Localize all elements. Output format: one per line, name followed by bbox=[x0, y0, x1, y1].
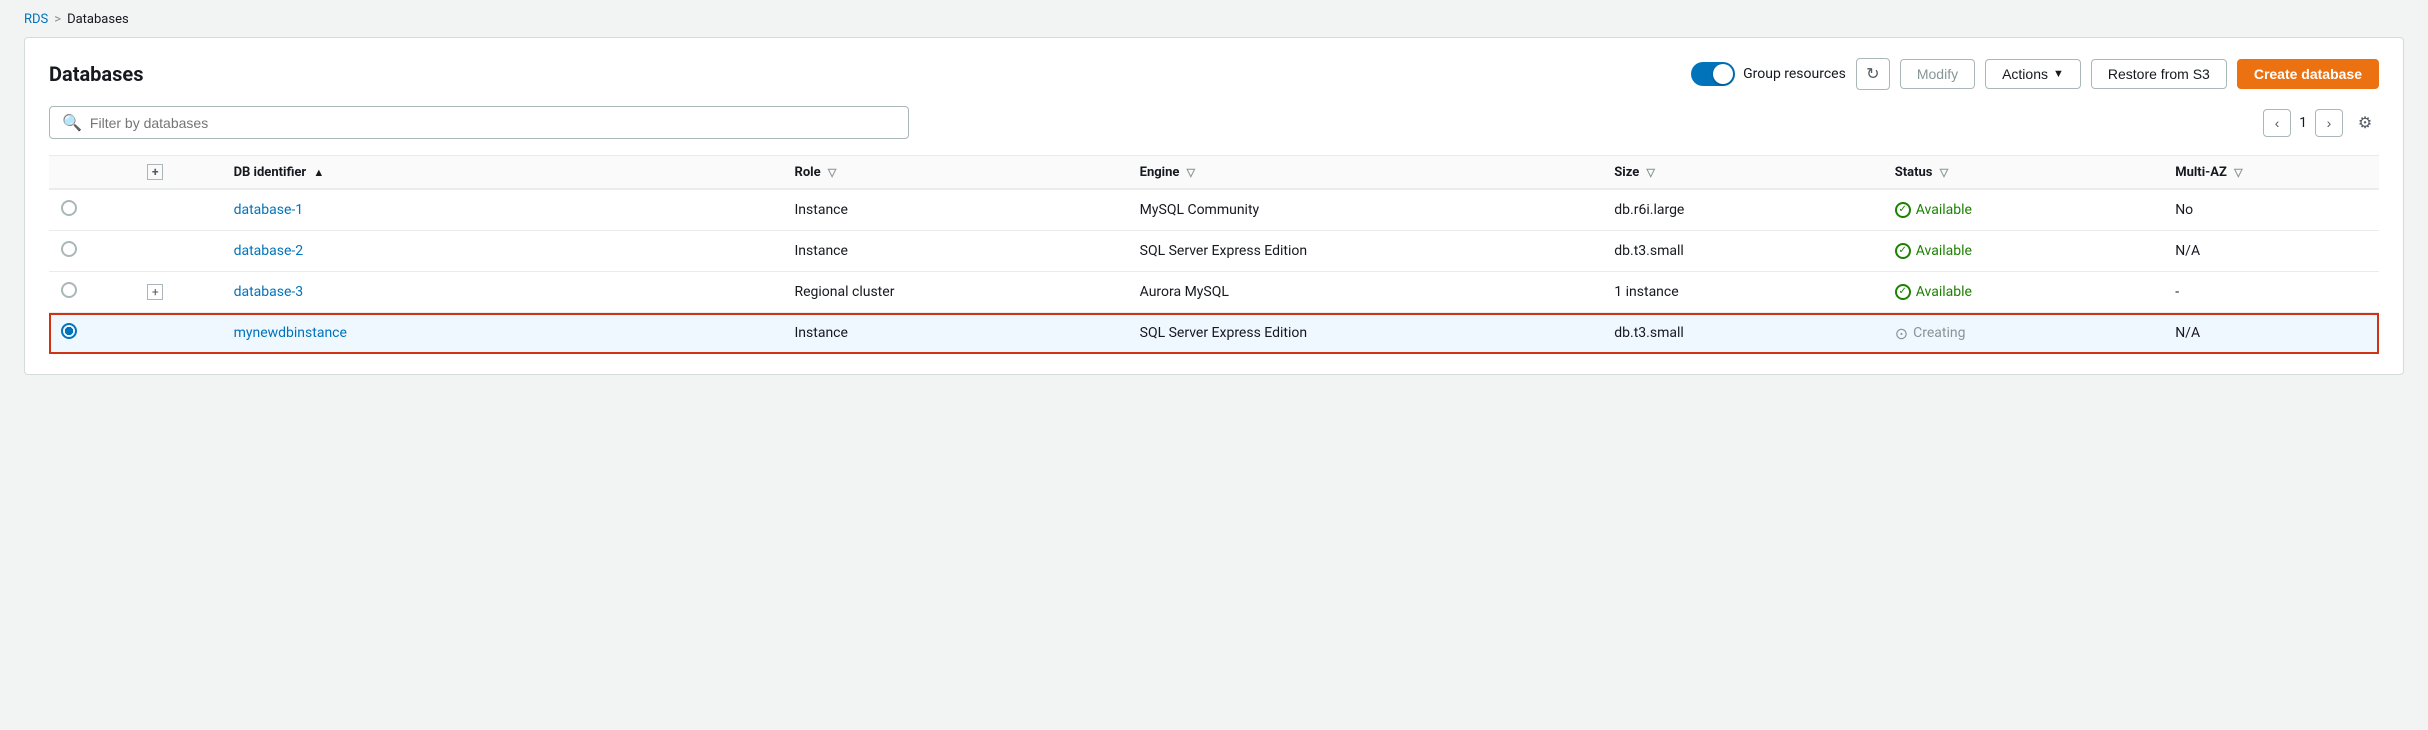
col-header-expand: + bbox=[135, 156, 221, 190]
actions-dropdown-icon: ▼ bbox=[2053, 68, 2064, 80]
table-row[interactable]: database-2 InstanceSQL Server Express Edi… bbox=[49, 231, 2379, 272]
row-radio-database-3[interactable] bbox=[61, 282, 77, 298]
row-role: Regional cluster bbox=[782, 272, 1127, 313]
group-resources-label: Group resources bbox=[1743, 66, 1846, 82]
sort-size-icon: ▽ bbox=[1647, 166, 1655, 179]
table-row[interactable]: mynewdbinstance InstanceSQL Server Expres… bbox=[49, 313, 2379, 354]
row-role: Instance bbox=[782, 189, 1127, 231]
header-actions: Group resources ↻ Modify Actions ▼ Resto… bbox=[1691, 58, 2379, 90]
search-icon: 🔍 bbox=[62, 113, 82, 132]
group-resources-switch[interactable] bbox=[1691, 62, 1735, 86]
search-input[interactable] bbox=[90, 115, 896, 131]
table-header-row: + DB identifier ▲ Role ▽ Engine ▽ Size ▽ bbox=[49, 156, 2379, 190]
row-multi-az: - bbox=[2163, 272, 2379, 313]
col-status-label: Status bbox=[1895, 165, 1933, 180]
status-available-icon bbox=[1895, 243, 1911, 259]
col-header-select bbox=[49, 156, 135, 190]
status-available-icon bbox=[1895, 202, 1911, 218]
breadcrumb-current: Databases bbox=[67, 12, 129, 27]
actions-button[interactable]: Actions ▼ bbox=[1985, 59, 2081, 89]
search-row: 🔍 ‹ 1 › ⚙ bbox=[49, 106, 2379, 139]
sort-multi-az-icon: ▽ bbox=[2234, 166, 2242, 179]
row-status: Available bbox=[1883, 189, 2163, 231]
group-resources-toggle[interactable]: Group resources bbox=[1691, 62, 1846, 86]
status-label: Available bbox=[1916, 243, 1972, 259]
databases-table: + DB identifier ▲ Role ▽ Engine ▽ Size ▽ bbox=[49, 155, 2379, 354]
col-header-size[interactable]: Size ▽ bbox=[1602, 156, 1882, 190]
col-size-label: Size bbox=[1614, 165, 1639, 180]
row-radio-mynewdbinstance[interactable] bbox=[61, 323, 77, 339]
db-link-database-1[interactable]: database-1 bbox=[234, 202, 304, 218]
row-engine: MySQL Community bbox=[1128, 189, 1603, 231]
sort-db-identifier-icon: ▲ bbox=[313, 166, 324, 179]
breadcrumb-separator: > bbox=[54, 12, 61, 27]
col-header-db-identifier[interactable]: DB identifier ▲ bbox=[222, 156, 783, 190]
pagination: ‹ 1 › ⚙ bbox=[2263, 109, 2379, 137]
breadcrumb: RDS > Databases bbox=[0, 0, 2428, 37]
row-multi-az: N/A bbox=[2163, 231, 2379, 272]
table-row[interactable]: database-1 InstanceMySQL Communitydb.r6i.… bbox=[49, 189, 2379, 231]
col-role-label: Role bbox=[794, 165, 820, 180]
refresh-icon: ↻ bbox=[1866, 64, 1879, 84]
settings-icon-button[interactable]: ⚙ bbox=[2351, 109, 2379, 137]
col-engine-label: Engine bbox=[1140, 165, 1180, 180]
create-database-button[interactable]: Create database bbox=[2237, 59, 2379, 89]
pagination-prev-button[interactable]: ‹ bbox=[2263, 109, 2291, 137]
breadcrumb-rds-link[interactable]: RDS bbox=[24, 12, 48, 27]
row-status: Available bbox=[1883, 231, 2163, 272]
col-header-engine[interactable]: Engine ▽ bbox=[1128, 156, 1603, 190]
page-title: Databases bbox=[49, 62, 143, 86]
col-db-identifier-label: DB identifier bbox=[234, 165, 307, 180]
col-header-multi-az[interactable]: Multi-AZ ▽ bbox=[2163, 156, 2379, 190]
create-label: Create database bbox=[2254, 66, 2362, 82]
sort-role-icon: ▽ bbox=[828, 166, 836, 179]
sort-status-icon: ▽ bbox=[1940, 166, 1948, 179]
expand-header-icon[interactable]: + bbox=[147, 164, 163, 180]
row-engine: SQL Server Express Edition bbox=[1128, 231, 1603, 272]
refresh-button[interactable]: ↻ bbox=[1856, 58, 1890, 90]
row-size: 1 instance bbox=[1602, 272, 1882, 313]
pagination-current: 1 bbox=[2299, 115, 2307, 131]
row-role: Instance bbox=[782, 231, 1127, 272]
row-multi-az: No bbox=[2163, 189, 2379, 231]
row-status: Available bbox=[1883, 272, 2163, 313]
db-link-mynewdbinstance[interactable]: mynewdbinstance bbox=[234, 325, 347, 341]
status-label: Available bbox=[1916, 202, 1972, 218]
row-size: db.r6i.large bbox=[1602, 189, 1882, 231]
db-link-database-3[interactable]: database-3 bbox=[234, 284, 304, 300]
col-multi-az-label: Multi-AZ bbox=[2175, 165, 2227, 180]
row-size: db.t3.small bbox=[1602, 231, 1882, 272]
row-engine: SQL Server Express Edition bbox=[1128, 313, 1603, 354]
status-creating-icon: ⊙ bbox=[1895, 324, 1908, 343]
pagination-next-button[interactable]: › bbox=[2315, 109, 2343, 137]
actions-label: Actions bbox=[2002, 66, 2048, 82]
row-engine: Aurora MySQL bbox=[1128, 272, 1603, 313]
row-role: Instance bbox=[782, 313, 1127, 354]
col-header-status[interactable]: Status ▽ bbox=[1883, 156, 2163, 190]
row-status: ⊙ Creating bbox=[1883, 313, 2163, 354]
row-multi-az: N/A bbox=[2163, 313, 2379, 354]
sort-engine-icon: ▽ bbox=[1187, 166, 1195, 179]
col-header-role[interactable]: Role ▽ bbox=[782, 156, 1127, 190]
databases-card: Databases Group resources ↻ Modify Actio… bbox=[24, 37, 2404, 375]
status-label: Creating bbox=[1913, 325, 1965, 341]
row-radio-database-1[interactable] bbox=[61, 200, 77, 216]
db-link-database-2[interactable]: database-2 bbox=[234, 243, 304, 259]
status-available-icon bbox=[1895, 284, 1911, 300]
row-size: db.t3.small bbox=[1602, 313, 1882, 354]
restore-label: Restore from S3 bbox=[2108, 66, 2210, 82]
restore-s3-button[interactable]: Restore from S3 bbox=[2091, 59, 2227, 89]
modify-button[interactable]: Modify bbox=[1900, 59, 1975, 89]
row-radio-database-2[interactable] bbox=[61, 241, 77, 257]
modify-label: Modify bbox=[1917, 66, 1958, 82]
table-row[interactable]: + database-3 Regional clusterAurora MySQL1… bbox=[49, 272, 2379, 313]
card-header: Databases Group resources ↻ Modify Actio… bbox=[49, 58, 2379, 90]
expand-row-database-3[interactable]: + bbox=[147, 284, 163, 300]
status-label: Available bbox=[1916, 284, 1972, 300]
search-bar[interactable]: 🔍 bbox=[49, 106, 909, 139]
